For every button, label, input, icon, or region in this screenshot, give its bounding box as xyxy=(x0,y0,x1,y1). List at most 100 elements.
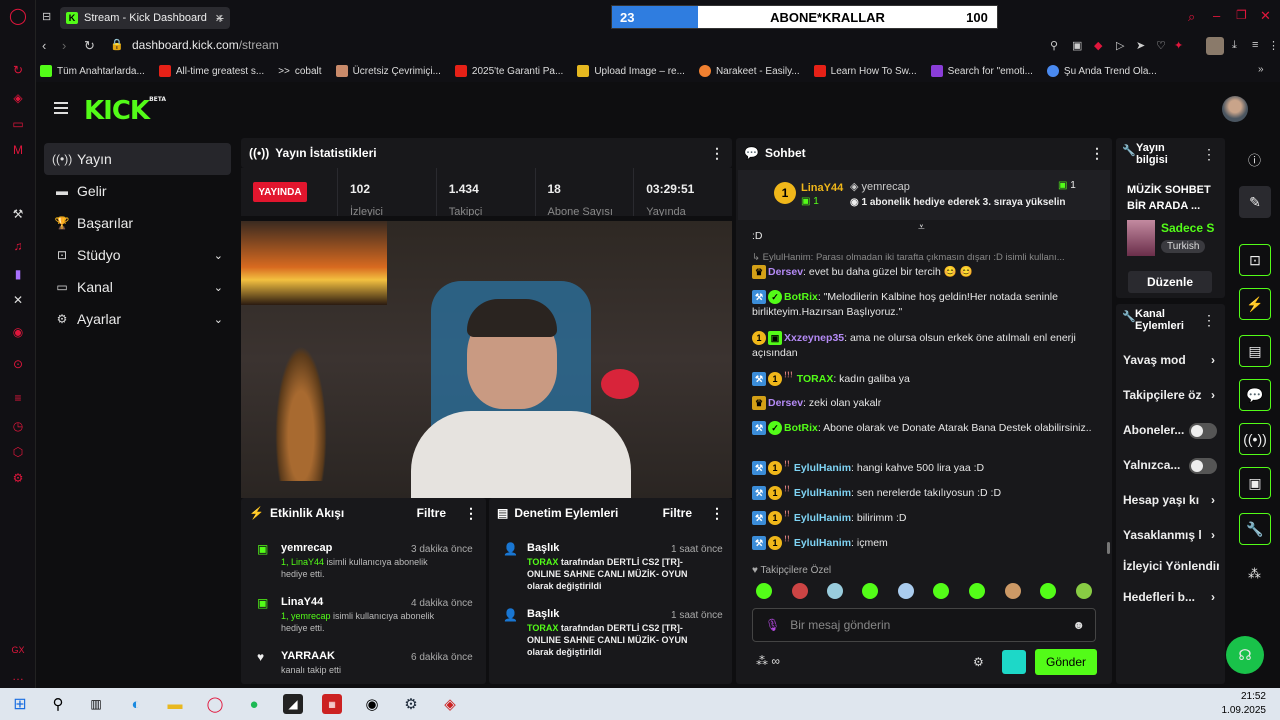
bookmark[interactable]: 2025'te Garanti Pa... xyxy=(454,65,563,77)
easy-setup-icon[interactable]: ≡ xyxy=(1252,39,1258,51)
kicks-icon[interactable]: ⁂ ∞ xyxy=(756,654,780,668)
task-view-icon[interactable]: ▥ xyxy=(86,694,106,714)
nav-item-gelir[interactable]: ▬ Gelir xyxy=(44,175,231,207)
chat-user[interactable]: BotRix xyxy=(784,291,818,303)
chat-user[interactable]: EylulHanim xyxy=(794,462,851,474)
bookmark[interactable]: >> cobalt xyxy=(278,66,321,77)
gifter-user[interactable]: ◈ yemrecap xyxy=(850,180,910,193)
tools-icon[interactable]: ⚒ xyxy=(10,206,26,222)
heart-icon[interactable]: ♡ xyxy=(1156,39,1166,52)
snapshot-icon[interactable]: ▣ xyxy=(1072,39,1082,52)
action-goals[interactable]: Hedefleri b... › xyxy=(1123,590,1219,604)
gx-icon[interactable]: GX xyxy=(10,642,26,658)
steam-icon[interactable]: ⚙ xyxy=(401,694,421,714)
category-name[interactable]: Sadece S xyxy=(1161,221,1214,235)
chat-user[interactable]: EylulHanim xyxy=(763,252,811,263)
shield-icon[interactable]: ◆ xyxy=(1094,39,1102,52)
obs-icon[interactable]: ◉ xyxy=(362,694,382,714)
mail-icon[interactable]: M xyxy=(10,142,26,158)
bookmark[interactable]: Narakeet - Easily... xyxy=(698,65,800,77)
reload-icon[interactable]: ↻ xyxy=(84,38,95,54)
emote-icon[interactable] xyxy=(827,583,843,599)
chat-scrollbar[interactable] xyxy=(1107,542,1110,554)
music-icon[interactable]: ♫ xyxy=(10,238,26,254)
edit-pencil-icon[interactable]: ✎ xyxy=(1239,186,1271,218)
emote-icon[interactable] xyxy=(792,583,808,599)
layout-icon[interactable]: ▣ xyxy=(1239,467,1271,499)
emotes-only-toggle[interactable] xyxy=(1189,458,1217,474)
app-icon[interactable]: ◢ xyxy=(283,694,303,714)
more-icon[interactable]: … xyxy=(10,668,26,684)
emote-icon[interactable] xyxy=(1005,583,1021,599)
chat-settings-icon[interactable]: ⚙ xyxy=(973,655,984,669)
tab-menu-icon[interactable]: ⊟ xyxy=(42,10,51,23)
nav-item-basarilar[interactable]: 🏆 Başarılar xyxy=(44,207,231,239)
play-icon[interactable]: ▷ xyxy=(1116,39,1124,52)
bookmark[interactable]: Upload Image – re... xyxy=(577,65,685,77)
emote-icon[interactable] xyxy=(862,583,878,599)
search-tabs-icon[interactable]: ⌕ xyxy=(1188,9,1195,25)
boost-icon[interactable] xyxy=(1002,650,1026,674)
back-icon[interactable]: ‹ xyxy=(42,38,46,53)
messenger-icon[interactable]: ◉ xyxy=(10,324,26,340)
start-icon[interactable]: ⊞ xyxy=(10,694,30,714)
aria-icon[interactable]: ◈ xyxy=(10,90,26,106)
action-followers-only[interactable]: Takipçilere öz › xyxy=(1123,388,1219,402)
menu-dots-icon[interactable]: ⋮ xyxy=(1268,39,1279,52)
user-avatar[interactable] xyxy=(1222,96,1248,122)
filter-button[interactable]: Filtre xyxy=(663,506,692,520)
chat-input[interactable]: 🎙 Bir mesaj gönderin ☻ xyxy=(752,608,1096,642)
minimize-icon[interactable]: – xyxy=(1213,8,1220,23)
action-banned-words[interactable]: Yasaklanmış l › xyxy=(1123,528,1219,542)
close-window-icon[interactable]: ✕ xyxy=(1260,8,1271,24)
bookmark[interactable]: Learn How To Sw... xyxy=(813,65,917,77)
menu-lines-icon[interactable]: ≡ xyxy=(10,390,26,406)
search-icon[interactable]: ⚲ xyxy=(48,694,68,714)
stream-preview[interactable] xyxy=(241,221,732,498)
clock-icon[interactable]: ◷ xyxy=(10,418,26,434)
bookmark[interactable]: Tüm Anahtarlarda... xyxy=(40,65,145,77)
history-icon[interactable]: ↻ xyxy=(10,62,26,78)
chat-user[interactable]: Xxzeynep35 xyxy=(784,332,844,344)
wallet-icon[interactable]: ▭ xyxy=(10,116,26,132)
gifter-name[interactable]: LinaY44 xyxy=(801,182,843,194)
twitch-icon[interactable]: ▮ xyxy=(10,266,26,282)
apps-icon[interactable]: ⁂ xyxy=(1248,566,1261,582)
opera-icon[interactable]: ◯ xyxy=(205,694,225,714)
subscribers-only-toggle[interactable] xyxy=(1189,423,1217,439)
chat-user[interactable]: Dersev xyxy=(768,397,803,409)
microphone-icon[interactable]: 🎙 xyxy=(765,618,780,632)
chat-user[interactable]: Dersev xyxy=(768,266,803,278)
emoji-icon[interactable]: ☻ xyxy=(1072,618,1085,632)
more-options-icon[interactable]: ⋮ xyxy=(1202,312,1216,329)
send-icon[interactable]: ➤ xyxy=(1136,39,1145,52)
spotify-icon[interactable]: ● xyxy=(244,694,264,714)
more-options-icon[interactable]: ⋮ xyxy=(710,145,724,162)
bookmark[interactable]: Ücretsiz Çevrimiçi... xyxy=(335,65,441,77)
download-icon[interactable]: ⤓ xyxy=(1232,39,1237,52)
x-icon[interactable]: ✕ xyxy=(10,292,26,308)
new-tab-icon[interactable]: + xyxy=(216,10,224,26)
category-thumbnail[interactable] xyxy=(1127,220,1155,256)
more-options-icon[interactable]: ⋮ xyxy=(1090,145,1104,162)
more-options-icon[interactable]: ⋮ xyxy=(1202,146,1216,163)
emote-icon[interactable] xyxy=(898,583,914,599)
profile-icon[interactable] xyxy=(1206,37,1224,55)
player-icon[interactable]: ⊙ xyxy=(10,356,26,372)
kick-logo[interactable]: KICKBETA xyxy=(84,96,166,126)
clip-icon[interactable]: ⊡ xyxy=(1239,244,1271,276)
tool-icon[interactable]: 🔧 xyxy=(1239,513,1271,545)
emote-icon[interactable] xyxy=(933,583,949,599)
emote-icon[interactable] xyxy=(969,583,985,599)
send-button[interactable]: Gönder xyxy=(1035,649,1097,675)
bookmark[interactable]: All-time greatest s... xyxy=(158,65,264,77)
chat-user[interactable]: EylulHanim xyxy=(794,487,851,499)
chat-user[interactable]: TORAX xyxy=(797,373,834,385)
emote-icon[interactable] xyxy=(756,583,772,599)
pin-icon[interactable]: ⚲ xyxy=(1050,39,1058,52)
notes-icon[interactable]: ▤ xyxy=(1239,335,1271,367)
info-icon[interactable]: ⓘ xyxy=(1248,150,1261,169)
bookmark[interactable]: Şu Anda Trend Ola... xyxy=(1046,65,1157,77)
hamburger-menu-icon[interactable] xyxy=(54,102,68,114)
settings-icon[interactable]: ⚙ xyxy=(10,470,26,486)
